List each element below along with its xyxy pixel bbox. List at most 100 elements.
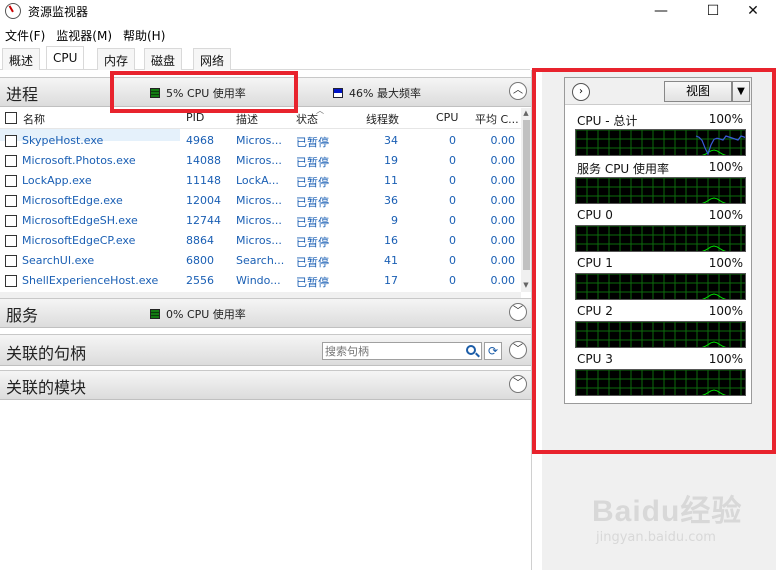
search-handles-input[interactable] — [323, 343, 453, 359]
table-row[interactable]: SearchUI.exe 6800 Search... 已暂停 41 0 0.00 — [0, 251, 521, 271]
menu-file[interactable]: 文件(F) — [0, 24, 51, 44]
select-all-checkbox[interactable] — [5, 112, 17, 124]
expand-handles-button[interactable]: ﹀ — [509, 341, 527, 359]
processes-table: 名称 PID 描述 状态 线程数 CPU 平均 C... ︿ SkypeHost… — [0, 106, 531, 298]
tab-overview[interactable]: 概述 — [2, 48, 41, 70]
scroll-thumb[interactable] — [523, 120, 530, 270]
cell-status: 已暂停 — [296, 216, 329, 229]
cell-status: 已暂停 — [296, 136, 329, 149]
cell-name: LockApp.exe — [22, 174, 92, 187]
table-row[interactable]: SkypeHost.exe 4968 Micros... 已暂停 34 0 0.00 — [0, 131, 521, 151]
col-status[interactable]: 状态 — [296, 111, 318, 127]
services-cpu-usage: 0% CPU 使用率 — [150, 306, 246, 322]
table-row[interactable]: MicrosoftEdge.exe 12004 Micros... 已暂停 36 0 0.0… — [0, 191, 521, 211]
modules-title: 关联的模块 — [6, 378, 87, 397]
cell-desc: Windo... — [236, 274, 281, 287]
cell-cpu: 0 — [449, 254, 456, 267]
resource-monitor-icon — [5, 3, 21, 19]
watermark-logo: Baidu经验 — [592, 495, 743, 528]
process-checkbox[interactable] — [5, 255, 17, 267]
cell-threads: 16 — [384, 234, 398, 247]
tab-network[interactable]: 网络 — [193, 48, 232, 70]
modules-header[interactable]: 关联的模块 ﹀ — [0, 370, 531, 400]
cell-threads: 17 — [384, 274, 398, 287]
refresh-icon[interactable]: ⟳ — [484, 342, 502, 360]
table-row[interactable]: MicrosoftEdgeCP.exe 8864 Micros... 已暂停 16 0 0.… — [0, 231, 521, 251]
menu-help[interactable]: 帮助(H) — [118, 24, 171, 44]
collapse-processes-button[interactable]: ︿ — [509, 82, 527, 100]
cell-desc: Micros... — [236, 134, 282, 147]
cell-cpu: 0 — [449, 134, 456, 147]
cell-pid: 2556 — [186, 274, 214, 287]
process-checkbox[interactable] — [5, 155, 17, 167]
col-name[interactable]: 名称 — [23, 111, 45, 127]
expand-modules-button[interactable]: ﹀ — [509, 375, 527, 393]
cpu-meter-icon — [150, 309, 160, 319]
cell-avg: 0.00 — [490, 134, 516, 147]
cell-pid: 4968 — [186, 134, 214, 147]
cell-avg: 0.00 — [490, 234, 516, 247]
processes-title: 进程 — [6, 85, 39, 104]
cell-status: 已暂停 — [296, 196, 329, 209]
process-checkbox[interactable] — [5, 215, 17, 227]
cell-status: 已暂停 — [296, 176, 329, 189]
cell-pid: 6800 — [186, 254, 214, 267]
col-threads[interactable]: 线程数 — [366, 111, 399, 127]
title-bar: 资源监视器 — ☐ ✕ — [0, 0, 776, 22]
cell-avg: 0.00 — [490, 254, 516, 267]
cell-avg: 0.00 — [490, 214, 516, 227]
cell-pid: 11148 — [186, 174, 221, 187]
cell-desc: Micros... — [236, 194, 282, 207]
tab-memory[interactable]: 内存 — [97, 48, 136, 70]
cell-threads: 9 — [391, 214, 398, 227]
services-header[interactable]: 服务 0% CPU 使用率 ﹀ — [0, 298, 531, 328]
cell-cpu: 0 — [449, 214, 456, 227]
process-checkbox[interactable] — [5, 175, 17, 187]
process-vertical-scrollbar[interactable]: ▲ ▼ — [521, 108, 531, 292]
col-description[interactable]: 描述 — [236, 111, 258, 127]
window-title: 资源监视器 — [28, 5, 89, 19]
cell-name: MicrosoftEdgeSH.exe — [22, 214, 138, 227]
col-avg-cpu[interactable]: 平均 C... — [475, 111, 521, 127]
table-row[interactable]: MicrosoftEdgeSH.exe 12744 Micros... 已暂停 9 0 0.… — [0, 211, 521, 231]
search-icon[interactable] — [466, 345, 476, 355]
cell-threads: 41 — [384, 254, 398, 267]
highlight-graph-pane-box — [532, 68, 776, 454]
cell-cpu: 0 — [449, 274, 456, 287]
cell-avg: 0.00 — [490, 174, 516, 187]
table-row[interactable]: LockApp.exe 11148 LockA... 已暂停 11 0 0.00 — [0, 171, 521, 191]
tab-bar: 概述 CPU 内存 磁盘 网络 — [0, 46, 530, 70]
cell-pid: 12744 — [186, 214, 221, 227]
col-cpu[interactable]: CPU — [436, 111, 458, 124]
cell-threads: 34 — [384, 134, 398, 147]
menu-monitor[interactable]: 监视器(M) — [51, 24, 118, 44]
handles-header[interactable]: 关联的句柄 ⟳ ﹀ — [0, 334, 531, 366]
processes-max-frequency: 46% 最大频率 — [333, 85, 421, 101]
search-handles-field[interactable] — [322, 342, 482, 360]
processes-max-frequency-text: 46% 最大频率 — [349, 87, 421, 100]
minimize-button[interactable]: — — [638, 0, 684, 22]
table-row[interactable]: ShellExperienceHost.exe 2556 Windo... 已暂停 17… — [0, 271, 521, 291]
process-checkbox[interactable] — [5, 235, 17, 247]
services-cpu-usage-text: 0% CPU 使用率 — [166, 308, 246, 321]
cell-pid: 12004 — [186, 194, 221, 207]
frequency-meter-icon — [333, 88, 343, 98]
sort-ascending-icon: ︿ — [316, 106, 324, 115]
close-button[interactable]: ✕ — [730, 0, 776, 22]
menu-bar: 文件(F) 监视器(M) 帮助(H) — [0, 24, 171, 44]
scroll-down-arrow[interactable]: ▼ — [521, 281, 531, 291]
tab-cpu[interactable]: CPU — [46, 46, 85, 69]
process-checkbox[interactable] — [5, 135, 17, 147]
process-checkbox[interactable] — [5, 275, 17, 287]
table-row[interactable]: Microsoft.Photos.exe 14088 Micros... 已暂停 19 0… — [0, 151, 521, 171]
process-checkbox[interactable] — [5, 195, 17, 207]
cell-name: MicrosoftEdgeCP.exe — [22, 234, 136, 247]
highlight-cpu-usage-box — [110, 71, 298, 113]
cell-cpu: 0 — [449, 194, 456, 207]
expand-services-button[interactable]: ﹀ — [509, 303, 527, 321]
cell-pid: 8864 — [186, 234, 214, 247]
cell-status: 已暂停 — [296, 236, 329, 249]
scroll-up-arrow[interactable]: ▲ — [521, 109, 531, 119]
tab-disk[interactable]: 磁盘 — [144, 48, 183, 70]
cell-status: 已暂停 — [296, 256, 329, 269]
